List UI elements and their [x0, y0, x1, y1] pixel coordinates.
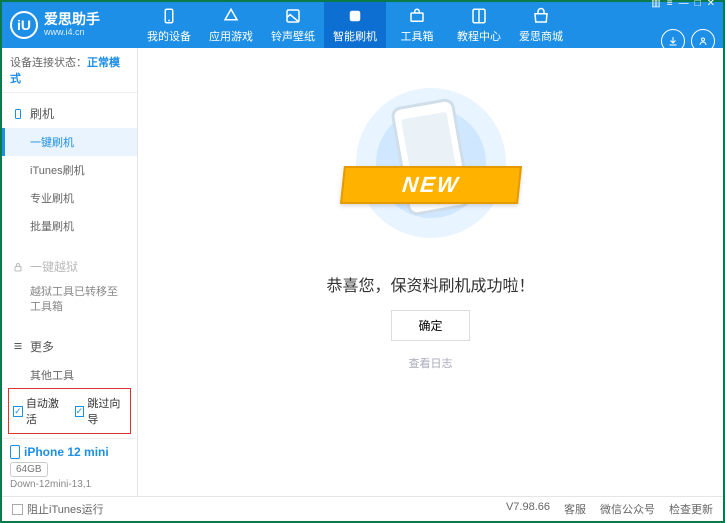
brand-url: www.i4.cn: [44, 28, 100, 38]
sidebar-head-flash[interactable]: 刷机: [2, 99, 137, 128]
tab-label: 智能刷机: [333, 28, 377, 44]
device-name: iPhone 12 mini: [10, 445, 129, 459]
tab-ringtones[interactable]: 铃声壁纸: [262, 2, 324, 48]
tab-label: 我的设备: [147, 28, 191, 44]
sidebar: 设备连接状态：正常模式 刷机 一键刷机 iTunes刷机 专业刷机 批量刷机 一…: [2, 48, 138, 496]
update-link[interactable]: 检查更新: [669, 501, 713, 517]
brand: iU 爱思助手 www.i4.cn: [10, 11, 138, 39]
success-illustration: NEW: [346, 78, 516, 248]
tab-label: 教程中心: [457, 28, 501, 44]
titlebar: iU 爱思助手 www.i4.cn 我的设备 应用游戏 铃声壁纸 智能刷机 工具…: [2, 2, 723, 48]
success-message: 恭喜您，保资料刷机成功啦！: [326, 272, 534, 296]
flash-icon: [346, 7, 364, 25]
sidebar-item-other[interactable]: 其他工具: [2, 361, 137, 384]
sidebar-item-pro[interactable]: 专业刷机: [2, 184, 137, 212]
sidebar-label: 一键越狱: [30, 258, 78, 275]
maximize-icon[interactable]: □: [695, 0, 701, 9]
checkbox-label: 自动激活: [26, 395, 65, 427]
tab-tutorials[interactable]: 教程中心: [448, 2, 510, 48]
main-content: NEW 恭喜您，保资料刷机成功啦！ 确定 查看日志: [138, 48, 723, 496]
sidebar-item-itunes[interactable]: iTunes刷机: [2, 156, 137, 184]
list-icon: [12, 340, 24, 352]
tab-apps[interactable]: 应用游戏: [200, 2, 262, 48]
close-icon[interactable]: ✕: [707, 0, 715, 9]
tab-label: 应用游戏: [209, 28, 253, 44]
apps-icon: [222, 7, 240, 25]
footer: 阻止iTunes运行 V7.98.66 客服 微信公众号 检查更新: [2, 496, 723, 521]
wallpaper-icon: [284, 7, 302, 25]
checkbox-skip-guide[interactable]: ✓跳过向导: [75, 395, 127, 427]
jailbreak-note: 越狱工具已转移至工具箱: [2, 281, 137, 320]
ok-button[interactable]: 确定: [391, 310, 469, 341]
menu-icon[interactable]: ▥: [651, 0, 660, 9]
sidebar-head-jailbreak[interactable]: 一键越狱: [2, 252, 137, 281]
device-capacity: 64GB: [10, 462, 48, 477]
sidebar-item-oneclick[interactable]: 一键刷机: [2, 128, 137, 156]
service-link[interactable]: 客服: [564, 501, 586, 517]
window-controls: ▥ ≡ — □ ✕: [651, 0, 715, 9]
sidebar-item-batch[interactable]: 批量刷机: [2, 212, 137, 240]
phone-icon: [160, 7, 178, 25]
new-ribbon: NEW: [340, 166, 522, 204]
tab-label: 爱思商城: [519, 28, 563, 44]
tab-smart-flash[interactable]: 智能刷机: [324, 2, 386, 48]
device-sub: Down-12mini-13,1: [10, 479, 129, 490]
tab-my-device[interactable]: 我的设备: [138, 2, 200, 48]
store-icon: [532, 7, 550, 25]
checkbox-label: 跳过向导: [87, 395, 126, 427]
toolbox-icon: [408, 7, 426, 25]
connection-status: 设备连接状态：正常模式: [2, 48, 137, 93]
view-log-link[interactable]: 查看日志: [409, 355, 453, 371]
minimize-icon[interactable]: —: [679, 0, 689, 9]
settings-icon[interactable]: ≡: [667, 0, 673, 9]
checkbox-block-itunes[interactable]: 阻止iTunes运行: [12, 501, 104, 517]
version-label: V7.98.66: [506, 501, 550, 517]
sidebar-label: 刷机: [30, 105, 54, 122]
book-icon: [470, 7, 488, 25]
lock-icon: [12, 261, 24, 273]
logo-icon: iU: [10, 11, 38, 39]
phone-icon: [12, 108, 24, 120]
highlighted-checkboxes: ✓自动激活 ✓跳过向导: [8, 388, 131, 434]
tab-toolbox[interactable]: 工具箱: [386, 2, 448, 48]
sidebar-head-more[interactable]: 更多: [2, 332, 137, 361]
checkbox-label: 阻止iTunes运行: [27, 501, 104, 517]
tab-store[interactable]: 爱思商城: [510, 2, 572, 48]
checkbox-auto-activate[interactable]: ✓自动激活: [13, 395, 65, 427]
nav-tabs: 我的设备 应用游戏 铃声壁纸 智能刷机 工具箱 教程中心 爱思商城: [138, 2, 572, 48]
tab-label: 铃声壁纸: [271, 28, 315, 44]
device-info[interactable]: iPhone 12 mini 64GB Down-12mini-13,1: [2, 438, 137, 496]
sidebar-label: 更多: [30, 338, 54, 355]
brand-name: 爱思助手: [44, 12, 100, 27]
wechat-link[interactable]: 微信公众号: [600, 501, 655, 517]
tab-label: 工具箱: [401, 28, 434, 44]
